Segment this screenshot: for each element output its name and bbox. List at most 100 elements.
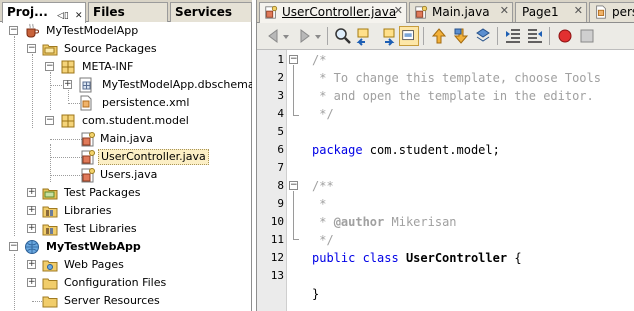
tree-node-dbschema[interactable]: + MyTestModelApp.dbschema <box>0 76 252 94</box>
tab-label: Page1 <box>522 5 559 19</box>
code-line-2: * To change this template, choose Tools <box>312 69 601 87</box>
editor-tabs: UserController.java ✕ Main.java ✕ Page1 … <box>257 0 634 23</box>
minimize-window-icon[interactable]: ◁▯ <box>57 7 69 23</box>
code-line-9: * <box>312 195 326 213</box>
javadoc-tag: @author <box>333 215 385 229</box>
package-icon <box>61 114 75 128</box>
tree-node-web-pages[interactable]: + Web Pages <box>0 256 252 274</box>
tab-projects-label: Proj... <box>7 5 48 19</box>
tree-node-main-java[interactable]: Main.java <box>0 130 252 148</box>
shift-right-icon[interactable] <box>525 26 545 46</box>
tree-node-mytestmodelapp[interactable]: − MyTestModelApp <box>0 22 252 40</box>
source-packages-icon <box>42 44 58 56</box>
project-tree: − MyTestModelApp − Source Packages − MET… <box>0 22 252 311</box>
code-line-3: * and open the template in the editor. <box>312 87 594 105</box>
comment-text: * <box>312 215 334 229</box>
libraries-icon <box>42 224 58 236</box>
folder-icon <box>42 296 58 308</box>
code-line-11: */ <box>312 231 334 249</box>
tree-node-label: MyTestWebApp <box>46 240 141 253</box>
close-icon[interactable]: ✕ <box>75 7 83 23</box>
package-icon <box>61 60 75 74</box>
java-file-icon <box>81 150 95 165</box>
tree-node-libraries[interactable]: + Libraries <box>0 202 252 220</box>
tab-projects[interactable]: Proj... ◁▯ ✕ <box>2 2 86 23</box>
fold-collapse-icon[interactable]: − <box>289 55 298 64</box>
back-dropdown-icon[interactable] <box>281 26 291 46</box>
expand-icon[interactable]: + <box>27 224 36 233</box>
tab-page1[interactable]: Page1 ✕ <box>515 2 587 22</box>
tree-node-usercontroller-java[interactable]: UserController.java <box>0 148 252 166</box>
tab-main-java[interactable]: Main.java ✕ <box>409 2 513 22</box>
collapse-icon[interactable]: − <box>9 26 18 35</box>
code-line-10: * @author Mikerisan <box>312 213 456 231</box>
tree-node-label: Server Resources <box>64 294 160 307</box>
tree-node-label: Users.java <box>100 168 158 181</box>
record-macro-icon[interactable] <box>555 26 575 46</box>
code-line-1: /* <box>312 51 326 69</box>
collapse-icon[interactable]: − <box>27 44 36 53</box>
line-number: 12 <box>270 251 284 264</box>
tree-node-server-resources[interactable]: Server Resources <box>0 292 252 310</box>
line-number-gutter: 1 2 3 4 5 6 7 8 9 10 11 12 13 <box>257 50 287 311</box>
previous-bookmark-icon[interactable] <box>429 26 449 46</box>
stop-macro-icon[interactable] <box>577 26 597 46</box>
tree-node-mytestwebapp[interactable]: − MyTestWebApp <box>0 238 252 256</box>
close-tab-icon[interactable]: ✕ <box>500 4 509 17</box>
collapse-icon[interactable]: − <box>45 116 54 125</box>
fold-margin: − − <box>287 50 301 311</box>
collapse-icon[interactable]: − <box>9 242 18 251</box>
tree-node-label: UserController.java <box>98 149 209 165</box>
find-next-icon[interactable] <box>377 26 397 46</box>
code-line-8: /** <box>312 177 334 195</box>
tree-node-meta-inf[interactable]: − META-INF <box>0 58 252 76</box>
forward-icon[interactable] <box>295 26 315 46</box>
comment-text: /* <box>312 53 327 67</box>
tree-node-test-packages[interactable]: + Test Packages <box>0 184 252 202</box>
code-text: { <box>507 251 522 265</box>
forward-dropdown-icon[interactable] <box>313 26 323 46</box>
next-bookmark-icon[interactable] <box>451 26 471 46</box>
tree-node-configuration-files[interactable]: + Configuration Files <box>0 274 252 292</box>
line-number: 6 <box>277 143 284 156</box>
back-icon[interactable] <box>263 26 283 46</box>
expand-icon[interactable]: + <box>63 80 72 89</box>
tree-node-label: persistence.xml <box>102 96 190 109</box>
close-tab-icon[interactable]: ✕ <box>574 4 583 17</box>
line-number: 2 <box>277 71 284 84</box>
comment-text: */ <box>312 233 334 247</box>
test-packages-icon <box>42 188 58 200</box>
tab-persistence[interactable]: persiste <box>589 2 634 22</box>
tab-usercontroller-java[interactable]: UserController.java ✕ <box>259 2 407 23</box>
line-number: 11 <box>270 233 284 246</box>
tab-label: Main.java <box>432 5 490 19</box>
toggle-bookmark-icon[interactable] <box>473 26 493 46</box>
tree-node-users-java[interactable]: Users.java <box>0 166 252 184</box>
find-previous-icon[interactable] <box>355 26 375 46</box>
close-tab-icon[interactable]: ✕ <box>394 4 403 17</box>
code-editor[interactable]: /* * To change this template, choose Too… <box>301 50 634 311</box>
tree-node-source-packages[interactable]: − Source Packages <box>0 40 252 58</box>
tab-files[interactable]: Files <box>88 2 168 22</box>
tree-node-com-student-model[interactable]: − com.student.model <box>0 112 252 130</box>
line-number: 9 <box>277 197 284 210</box>
expand-icon[interactable]: + <box>27 188 36 197</box>
tree-node-persistence-xml[interactable]: persistence.xml <box>0 94 252 112</box>
expand-icon[interactable]: + <box>27 260 36 269</box>
tab-services-label: Services <box>175 5 233 19</box>
toolbar-separator <box>549 27 550 45</box>
tree-node-test-libraries[interactable]: + Test Libraries <box>0 220 252 238</box>
shift-left-icon[interactable] <box>503 26 523 46</box>
tab-services[interactable]: Services <box>170 2 252 22</box>
find-selection-icon[interactable] <box>399 26 419 46</box>
java-file-icon <box>81 132 95 147</box>
line-number: 3 <box>277 89 284 102</box>
line-number: 10 <box>270 215 284 228</box>
expand-icon[interactable]: + <box>27 206 36 215</box>
java-file-icon <box>81 168 95 183</box>
expand-icon[interactable]: + <box>27 278 36 287</box>
collapse-icon[interactable]: − <box>45 62 54 71</box>
find-icon[interactable] <box>333 26 353 46</box>
tree-node-label: Test Packages <box>64 186 141 199</box>
fold-collapse-icon[interactable]: − <box>289 181 298 190</box>
